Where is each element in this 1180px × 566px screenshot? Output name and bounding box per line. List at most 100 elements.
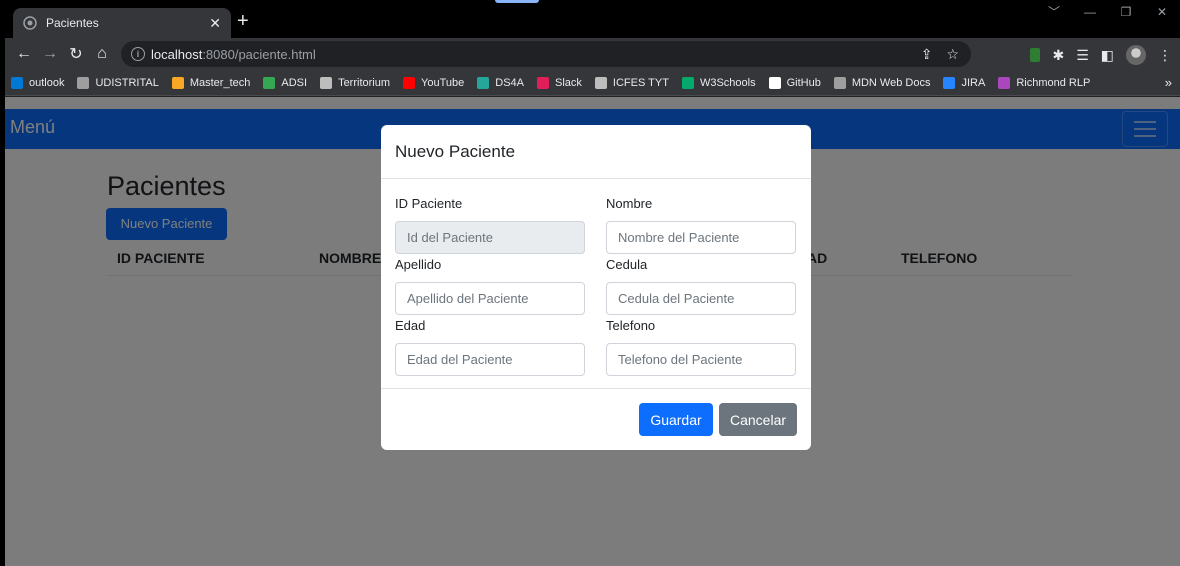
menu-dots-icon[interactable]: ⋮: [1158, 47, 1172, 64]
bookmark-item[interactable]: Slack: [537, 76, 582, 89]
id-input[interactable]: [395, 221, 585, 254]
tab-search-indicator: [495, 0, 539, 3]
minimize-icon[interactable]: —: [1072, 0, 1108, 24]
bookmark-favicon-icon: [320, 76, 333, 89]
bookmark-item[interactable]: Richmond RLP: [998, 76, 1091, 89]
bookmark-item[interactable]: outlook: [11, 76, 65, 89]
back-arrow-icon[interactable]: ←: [11, 45, 37, 63]
bookmark-item[interactable]: Master_tech: [171, 76, 251, 89]
bookmark-item[interactable]: ADSI: [263, 76, 308, 89]
extensions-area: ✱ ☰ ◧ ⋮: [1030, 45, 1172, 65]
side-panel-icon[interactable]: ◧: [1101, 47, 1114, 64]
bookmark-label: UDISTRITAL: [95, 76, 159, 89]
bookmark-item[interactable]: JIRA: [943, 76, 986, 89]
omnibox-actions: ⇪ ☆: [921, 46, 959, 63]
tab-title: Pacientes: [46, 16, 99, 30]
more-bookmarks-icon[interactable]: »: [1165, 75, 1172, 90]
close-icon[interactable]: ✕: [209, 15, 221, 32]
bookmark-favicon-icon: [943, 76, 956, 89]
close-window-icon[interactable]: ✕: [1144, 0, 1180, 24]
cancel-button[interactable]: Cancelar: [719, 403, 797, 436]
bookmark-favicon-icon: [477, 76, 490, 89]
share-icon[interactable]: ⇪: [921, 46, 933, 63]
edad-label: Edad: [395, 318, 426, 333]
bookmark-item[interactable]: DS4A: [477, 76, 524, 89]
bookmark-item[interactable]: UDISTRITAL: [77, 76, 159, 89]
browser-toolbar: ← → ↻ ⌂ i localhost:8080/paciente.html ⇪…: [5, 38, 1180, 70]
restore-icon[interactable]: ❐: [1108, 0, 1144, 24]
bookmark-item[interactable]: ICFES TYT: [594, 76, 669, 89]
download-extension-icon[interactable]: [1030, 48, 1041, 62]
bookmark-label: JIRA: [961, 76, 986, 89]
field-edad: Edad: [395, 318, 585, 376]
bookmark-favicon-icon: [537, 76, 549, 89]
window-controls: ﹀ — ❐ ✕: [1036, 0, 1180, 24]
bookmark-label: ADSI: [281, 76, 308, 89]
bookmark-label: YouTube: [421, 76, 465, 89]
apellido-label: Apellido: [395, 257, 442, 272]
reload-icon[interactable]: ↻: [63, 44, 89, 64]
bookmark-label: MDN Web Docs: [851, 76, 931, 89]
bookmark-favicon-icon: [11, 76, 23, 89]
bookmark-favicon-icon: [768, 76, 781, 89]
bookmark-favicon-icon: [998, 76, 1011, 89]
edad-input[interactable]: [395, 343, 585, 376]
bookmarks-bar: outlook UDISTRITAL Master_tech ADSI Territor…: [5, 70, 1180, 96]
bookmark-label: Slack: [555, 76, 582, 89]
bookmark-favicon-icon: [171, 76, 184, 89]
bookmark-item[interactable]: W3Schools: [681, 76, 756, 89]
new-tab-button[interactable]: +: [237, 11, 249, 31]
field-id: ID Paciente: [395, 196, 585, 254]
bookmark-item[interactable]: MDN Web Docs: [833, 76, 931, 89]
cedula-label: Cedula: [606, 257, 648, 272]
bookmark-favicon-icon: [263, 76, 276, 89]
bookmark-favicon-icon: [77, 76, 90, 89]
forward-arrow-icon[interactable]: →: [37, 45, 63, 63]
cedula-input[interactable]: [606, 282, 796, 315]
tab-strip: Pacientes ✕ + ﹀ — ❐ ✕: [5, 0, 1180, 38]
field-telefono: Telefono: [606, 318, 796, 376]
browser-window: Pacientes ✕ + ﹀ — ❐ ✕ ← → ↻ ⌂ i localhos…: [5, 0, 1180, 566]
telefono-label: Telefono: [606, 318, 656, 333]
bookmark-favicon-icon: [833, 76, 846, 89]
bookmark-label: DS4A: [495, 76, 524, 89]
field-cedula: Cedula: [606, 257, 796, 315]
bookmark-label: GitHub: [786, 76, 821, 89]
bookmark-item[interactable]: Territorium: [320, 76, 391, 89]
bookmark-label: ICFES TYT: [612, 76, 669, 89]
bookmark-item[interactable]: YouTube: [403, 76, 465, 89]
modal-footer: Guardar Cancelar: [381, 388, 811, 450]
save-button[interactable]: Guardar: [639, 403, 713, 436]
bookmark-label: Master_tech: [189, 76, 251, 89]
nombre-input[interactable]: [606, 221, 796, 254]
field-nombre: Nombre: [606, 196, 796, 254]
nombre-label: Nombre: [606, 196, 653, 211]
bookmark-label: Richmond RLP: [1016, 76, 1091, 89]
web-page: Menú Pacientes Nuevo Paciente ID PACIENT…: [5, 97, 1180, 566]
bookmark-label: Territorium: [338, 76, 391, 89]
globe-icon: [23, 16, 37, 30]
bookmark-favicon-icon: [403, 76, 416, 89]
modal-title: Nuevo Paciente: [381, 125, 811, 179]
home-icon[interactable]: ⌂: [89, 45, 115, 63]
new-patient-modal: Nuevo Paciente ID Paciente Nombre Apelli…: [381, 125, 811, 450]
id-label: ID Paciente: [395, 196, 463, 211]
chevron-down-icon[interactable]: ﹀: [1036, 0, 1072, 24]
apellido-input[interactable]: [395, 282, 585, 315]
reading-list-icon[interactable]: ☰: [1076, 47, 1089, 64]
puzzle-icon[interactable]: ✱: [1052, 47, 1064, 64]
address-bar[interactable]: i localhost:8080/paciente.html ⇪ ☆: [121, 41, 971, 67]
bookmark-item[interactable]: GitHub: [768, 76, 821, 89]
star-icon[interactable]: ☆: [946, 46, 959, 63]
profile-avatar[interactable]: [1126, 45, 1146, 65]
bookmark-label: outlook: [29, 76, 65, 89]
telefono-input[interactable]: [606, 343, 796, 376]
url-host: localhost: [151, 46, 203, 62]
field-apellido: Apellido: [395, 257, 585, 315]
bookmark-label: W3Schools: [699, 76, 756, 89]
tab-pacientes[interactable]: Pacientes ✕: [13, 8, 231, 38]
bookmark-favicon-icon: [594, 76, 607, 89]
info-icon[interactable]: i: [131, 47, 145, 61]
bookmark-favicon-icon: [681, 76, 694, 89]
url-path: :8080/paciente.html: [202, 46, 316, 62]
